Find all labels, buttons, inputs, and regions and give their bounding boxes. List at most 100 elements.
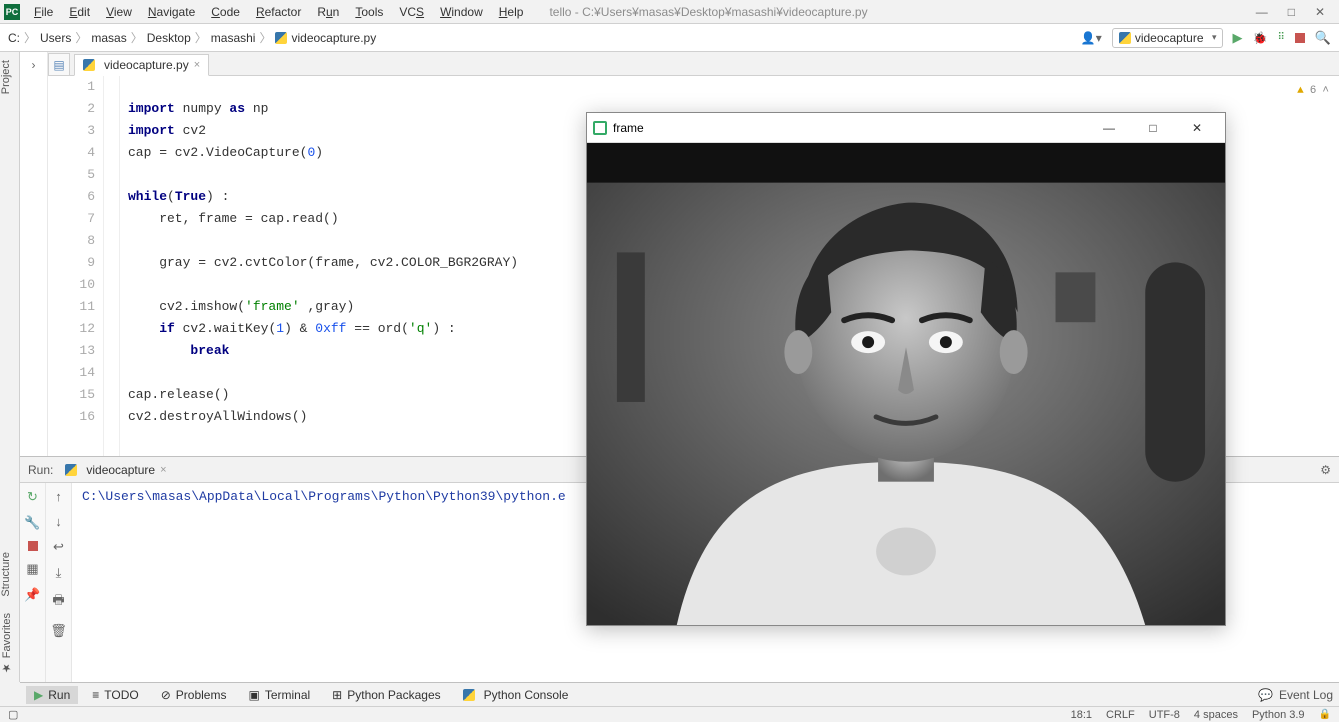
python-file-icon <box>275 32 287 44</box>
menu-refactor[interactable]: Refactor <box>248 2 309 22</box>
python-file-icon <box>65 464 77 476</box>
menu-code[interactable]: Code <box>203 2 248 22</box>
warning-count: 6 <box>1310 80 1317 102</box>
pycharm-logo-icon: PC <box>4 4 20 20</box>
status-bar: ▢ 18:1 CRLF UTF-8 4 spaces Python 3.9 🔒 <box>0 706 1339 722</box>
opencv-title-bar[interactable]: frame — □ ✕ <box>587 113 1225 143</box>
project-tree-collapsed[interactable]: › <box>20 52 48 456</box>
packages-icon: ⊞ <box>332 688 342 702</box>
user-icon[interactable]: 👤▾ <box>1081 31 1102 45</box>
run-config-name: videocapture <box>1135 31 1204 45</box>
run-icon: ▶ <box>34 688 43 702</box>
trash-icon[interactable]: 🗑 <box>50 623 67 639</box>
code-content[interactable]: import numpy as np import cv2 cap = cv2.… <box>120 76 518 456</box>
maximize-icon[interactable]: □ <box>1288 5 1295 19</box>
menu-edit[interactable]: Edit <box>61 2 98 22</box>
menu-help[interactable]: Help <box>491 2 532 22</box>
cv-minimize-icon[interactable]: — <box>1087 114 1131 142</box>
todo-icon: ≡ <box>92 688 99 702</box>
event-log-icon[interactable]: 💬 <box>1258 688 1273 702</box>
cv-close-icon[interactable]: ✕ <box>1175 114 1219 142</box>
opencv-window-title: frame <box>613 121 644 135</box>
python-file-icon <box>83 59 95 71</box>
menu-view[interactable]: View <box>98 2 140 22</box>
crumb-part[interactable]: C: <box>8 31 20 45</box>
tool-windows-icon[interactable]: ▢ <box>8 708 18 721</box>
menu-run[interactable]: Run <box>309 2 347 22</box>
stop-run-icon[interactable] <box>28 541 38 551</box>
crumb-part[interactable]: masas <box>91 31 126 45</box>
pin-icon[interactable]: 📌 <box>24 587 40 603</box>
structure-tool-tab[interactable]: Structure <box>0 544 19 605</box>
lock-icon[interactable]: 🔒 <box>1319 709 1331 720</box>
opencv-frame-window[interactable]: frame — □ ✕ <box>586 112 1226 626</box>
editor-tab[interactable]: videocapture.py × <box>74 54 209 76</box>
minimize-icon[interactable]: — <box>1256 5 1268 19</box>
caret-position[interactable]: 18:1 <box>1071 709 1092 721</box>
tool-run[interactable]: ▶ Run <box>26 686 78 704</box>
tab-label: videocapture.py <box>104 58 189 72</box>
python-file-icon <box>1119 32 1131 44</box>
crumb-part[interactable]: Users <box>40 31 71 45</box>
close-run-tab-icon[interactable]: × <box>160 464 166 476</box>
breadcrumb[interactable]: C:〉 Users〉 masas〉 Desktop〉 masashi〉 vide… <box>8 29 376 46</box>
close-tab-icon[interactable]: × <box>194 59 200 71</box>
run-tab-label: videocapture <box>86 463 155 477</box>
tool-terminal[interactable]: ▣ Terminal <box>240 686 318 704</box>
stop-icon[interactable] <box>1295 33 1305 43</box>
tool-python-packages[interactable]: ⊞ Python Packages <box>324 686 448 704</box>
layout-icon[interactable]: ▦ <box>26 561 38 577</box>
up-arrow-icon[interactable]: ↑ <box>55 489 62 504</box>
menu-window[interactable]: Window <box>432 2 491 22</box>
project-tool-tab[interactable]: Project <box>0 52 19 102</box>
tool-python-console[interactable]: Python Console <box>455 686 577 704</box>
wrench-icon[interactable]: 🔧 <box>24 515 40 531</box>
opencv-app-icon <box>593 121 607 135</box>
run-toolbar-primary: ↻ 🔧 ▦ 📌 <box>20 483 46 682</box>
tool-problems[interactable]: ⊘ Problems <box>153 686 235 704</box>
crumb-part[interactable]: videocapture.py <box>291 31 376 45</box>
tab-actions-icon[interactable]: ▤ <box>48 53 70 75</box>
menu-file[interactable]: File <box>26 2 61 22</box>
search-icon[interactable]: 🔍 <box>1315 30 1331 46</box>
line-separator[interactable]: CRLF <box>1106 709 1135 721</box>
soft-wrap-icon[interactable]: ↩ <box>53 539 64 555</box>
event-log-label[interactable]: Event Log <box>1279 688 1333 702</box>
interpreter[interactable]: Python 3.9 <box>1252 709 1305 721</box>
more-run-icon[interactable]: ⠿ <box>1277 32 1284 43</box>
rerun-icon[interactable]: ↻ <box>27 489 38 505</box>
crumb-part[interactable]: masashi <box>211 31 256 45</box>
close-icon[interactable]: ✕ <box>1315 5 1325 19</box>
editor-tabs: ▤ videocapture.py × <box>48 52 1339 76</box>
file-encoding[interactable]: UTF-8 <box>1149 709 1180 721</box>
favorites-tool-tab[interactable]: ★ Favorites <box>0 605 19 682</box>
menu-vcs[interactable]: VCS <box>391 2 432 22</box>
cv-maximize-icon[interactable]: □ <box>1131 114 1175 142</box>
tool-todo[interactable]: ≡ TODO <box>84 686 146 704</box>
indent-setting[interactable]: 4 spaces <box>1194 709 1238 721</box>
scroll-to-end-icon[interactable]: ⤓ <box>56 565 62 581</box>
debug-icon[interactable]: 🐞 <box>1253 31 1268 45</box>
python-icon <box>463 689 475 701</box>
crumb-part[interactable]: Desktop <box>147 31 191 45</box>
print-icon[interactable]: 🖶 <box>52 591 64 613</box>
opencv-frame-image <box>587 143 1225 625</box>
terminal-icon: ▣ <box>248 688 259 702</box>
run-toolbar-secondary: ↑ ↓ ↩ ⤓ 🖶 🗑 <box>46 483 72 682</box>
window-title: tello - C:¥Users¥masas¥Desktop¥masashi¥v… <box>549 5 867 19</box>
menu-bar: PC File Edit View Navigate Code Refactor… <box>0 0 1339 24</box>
problems-icon: ⊘ <box>161 688 171 702</box>
run-icon[interactable]: ▶ <box>1233 30 1243 46</box>
nav-bar: C:〉 Users〉 masas〉 Desktop〉 masashi〉 vide… <box>0 24 1339 52</box>
run-tab[interactable]: videocapture × <box>59 461 172 479</box>
warning-icon[interactable]: ▲ <box>1297 80 1304 102</box>
menu-tools[interactable]: Tools <box>347 2 391 22</box>
tool-window-bar: ▶ Run ≡ TODO ⊘ Problems ▣ Terminal ⊞ Pyt… <box>20 682 1339 706</box>
run-config-selector[interactable]: videocapture <box>1112 28 1223 48</box>
chevron-up-icon[interactable]: ˄ <box>1322 80 1329 102</box>
down-arrow-icon[interactable]: ↓ <box>55 514 62 529</box>
line-gutter: 12345678 910111213141516 <box>48 76 104 456</box>
menu-navigate[interactable]: Navigate <box>140 2 203 22</box>
gear-icon[interactable]: ⚙ <box>1320 463 1331 477</box>
run-label: Run: <box>28 463 53 477</box>
